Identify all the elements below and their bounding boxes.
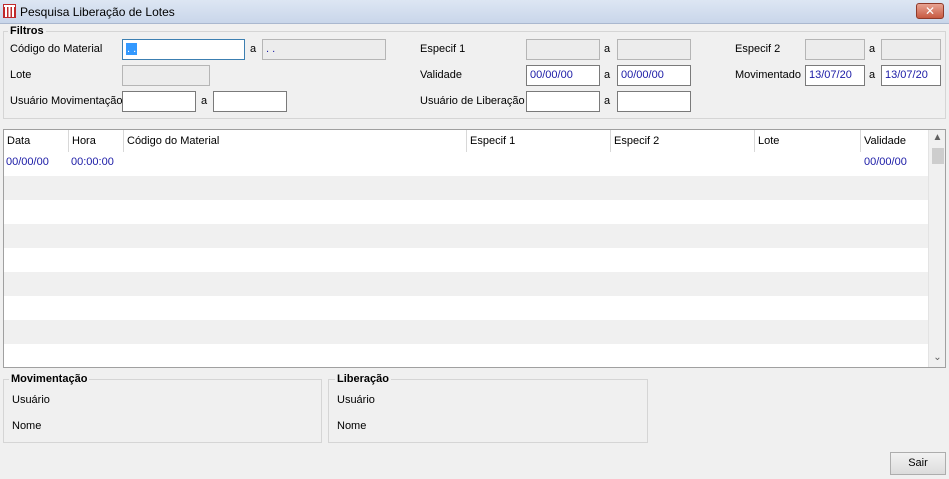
movimentacao-nome-label: Nome: [12, 420, 42, 432]
connector-label: a: [604, 69, 611, 81]
especif1-to-input[interactable]: [617, 39, 691, 60]
column-header-data[interactable]: Data: [4, 130, 68, 152]
title-bar: Pesquisa Liberação de Lotes ✕: [0, 0, 949, 24]
especif2-to-input[interactable]: [881, 39, 941, 60]
column-header-especif1[interactable]: Especif 1: [466, 130, 610, 152]
movimentado-to-input[interactable]: 13/07/20: [881, 65, 941, 86]
close-button[interactable]: ✕: [916, 3, 944, 19]
filtros-title: Filtros: [8, 25, 46, 37]
validade-from-input[interactable]: 00/00/00: [526, 65, 600, 86]
results-grid[interactable]: Data Hora Código do Material Especif 1 E…: [3, 129, 946, 368]
validade-label: Validade: [420, 69, 462, 81]
liberacao-nome-label: Nome: [337, 420, 367, 432]
codigo-material-from-input[interactable]: . .: [122, 39, 245, 60]
empty-row: [4, 272, 928, 296]
empty-row: [4, 224, 928, 248]
cell-hora: 00:00:00: [71, 156, 114, 168]
empty-row: [4, 344, 928, 367]
validade-to-input[interactable]: 00/00/00: [617, 65, 691, 86]
connector-label: a: [869, 43, 876, 55]
empty-row: [4, 248, 928, 272]
lote-label: Lote: [10, 69, 32, 81]
usuario-movimentacao-from-input[interactable]: [122, 91, 196, 112]
movimentado-label: Movimentado: [735, 69, 802, 81]
liberacao-usuario-label: Usuário: [337, 394, 375, 406]
connector-label: a: [604, 43, 611, 55]
codigo-material-label: Código do Material: [10, 43, 103, 55]
column-header-codigo-material[interactable]: Código do Material: [123, 130, 466, 152]
movimentacao-title: Movimentação: [9, 373, 90, 385]
cell-data: 00/00/00: [6, 156, 49, 168]
sair-button[interactable]: Sair: [890, 452, 946, 475]
connector-label: a: [604, 95, 611, 107]
connector-label: a: [201, 95, 208, 107]
column-header-lote[interactable]: Lote: [754, 130, 860, 152]
lote-input[interactable]: [122, 65, 210, 86]
column-header-especif2[interactable]: Especif 2: [610, 130, 754, 152]
movimentacao-usuario-label: Usuário: [12, 394, 50, 406]
scroll-down-icon[interactable]: ⌄: [929, 350, 945, 366]
scroll-up-icon[interactable]: ▲: [929, 130, 945, 146]
liberacao-title: Liberação: [335, 373, 391, 385]
usuario-liberacao-label: Usuário de Liberação: [420, 95, 525, 107]
vertical-scrollbar[interactable]: ▲ ⌄: [928, 130, 945, 367]
especif2-label: Especif 2: [735, 43, 781, 55]
scroll-thumb[interactable]: [932, 148, 944, 164]
usuario-movimentacao-label: Usuário Movimentação: [10, 95, 123, 107]
movimentacao-group: [3, 379, 322, 443]
movimentado-from-input[interactable]: 13/07/20: [805, 65, 865, 86]
usuario-liberacao-from-input[interactable]: [526, 91, 600, 112]
column-header-validade[interactable]: Validade: [860, 130, 928, 152]
usuario-movimentacao-to-input[interactable]: [213, 91, 287, 112]
window-title: Pesquisa Liberação de Lotes: [20, 5, 175, 19]
especif1-label: Especif 1: [420, 43, 466, 55]
codigo-material-to-input[interactable]: . .: [262, 39, 386, 60]
especif2-from-input[interactable]: [805, 39, 865, 60]
liberacao-group: [328, 379, 648, 443]
cell-validade: 00/00/00: [864, 156, 907, 168]
table-row[interactable]: 00/00/00 00:00:00 00/00/00: [4, 152, 928, 176]
especif1-from-input[interactable]: [526, 39, 600, 60]
empty-row: [4, 296, 928, 320]
connector-label: a: [250, 43, 257, 55]
empty-row: [4, 176, 928, 200]
empty-row: [4, 200, 928, 224]
usuario-liberacao-to-input[interactable]: [617, 91, 691, 112]
column-header-hora[interactable]: Hora: [68, 130, 123, 152]
connector-label: a: [869, 69, 876, 81]
app-logo-icon: [3, 4, 16, 18]
empty-row: [4, 320, 928, 344]
